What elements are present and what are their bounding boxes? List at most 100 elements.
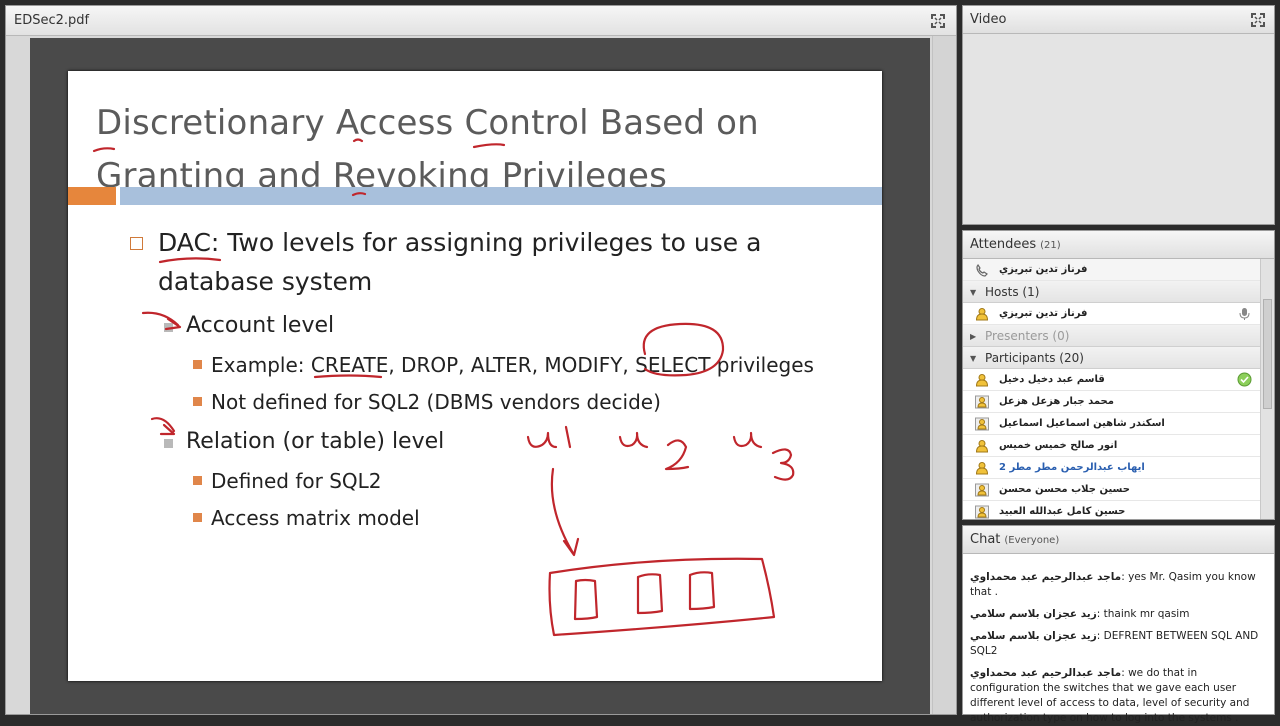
ink-arrow-relation xyxy=(150,417,176,436)
ink-cell-3 xyxy=(688,571,716,611)
participant-row[interactable]: حسين كامل عبدالله العبيد xyxy=(963,501,1260,519)
host-row[interactable]: فرناز تدين تبريزي xyxy=(963,303,1260,325)
relation-level-text: Relation (or table) level xyxy=(186,429,445,454)
video-pod-title: Video xyxy=(970,12,1007,27)
ink-u1 xyxy=(526,425,572,449)
video-pod: Video xyxy=(962,5,1275,225)
attendees-title: Attendees (21) xyxy=(970,237,1061,252)
user-icon xyxy=(975,308,989,321)
participant-name: قاسم عبد دخيل دخيل xyxy=(999,374,1105,385)
user-icon xyxy=(975,440,989,453)
orange-bullet-icon xyxy=(193,513,202,522)
fullscreen-icon[interactable] xyxy=(930,13,946,29)
host-name: فرناز تدين تبريزي xyxy=(999,308,1088,319)
participant-name: اسكندر شاهين اسماعيل اسماعيل xyxy=(999,418,1165,429)
orange-bullet-icon xyxy=(193,397,202,406)
participant-name: انور صالح خميس خميس xyxy=(999,440,1118,451)
participant-row[interactable]: انور صالح خميس خميس xyxy=(963,435,1260,457)
user-group-icon xyxy=(975,505,989,519)
participant-row[interactable]: ايهاب عبدالرحمن مطر مطر 2 xyxy=(963,457,1260,479)
fullscreen-icon[interactable] xyxy=(1250,12,1266,28)
chat-title: Chat (Everyone) xyxy=(970,532,1059,547)
participants-section[interactable]: ▼ Participants (20) xyxy=(963,347,1260,369)
bullet-defined-for: Defined for SQL2 xyxy=(193,466,382,496)
ink-arrow-account xyxy=(141,311,182,331)
attendees-title-label: Attendees xyxy=(970,237,1037,252)
ink-matrix-box xyxy=(548,557,776,637)
grey-bullet-icon xyxy=(164,323,173,332)
bullet-dac-line2: database system xyxy=(158,267,373,296)
participant-row[interactable]: اسكندر شاهين اسماعيل اسماعيل xyxy=(963,413,1260,435)
defined-for-text: Defined for SQL2 xyxy=(211,469,382,493)
collapsed-triangle-icon: ▶ xyxy=(970,332,977,341)
video-area[interactable] xyxy=(963,34,1274,224)
document-title: EDSec2.pdf xyxy=(14,13,90,28)
slide: Discretionary Access Control Based on Gr… xyxy=(68,71,882,681)
caller-row[interactable]: فرناز تدين تبريزي xyxy=(963,259,1260,281)
microphone-icon xyxy=(1239,308,1250,320)
chat-message: زيد عجزان بلاسم سلامي: thaink mr qasim xyxy=(970,608,1190,620)
expand-triangle-icon: ▼ xyxy=(970,354,977,363)
expand-triangle-icon: ▼ xyxy=(970,288,977,297)
document-scrollbar[interactable] xyxy=(932,36,956,714)
title-accent-blue xyxy=(120,187,882,205)
square-bullet-icon xyxy=(130,237,143,250)
participant-row[interactable]: محمد جبار هزعل هزعل xyxy=(963,391,1260,413)
chat-message: ماجد عبدالرحيم عبد محمداوي: yes Mr. Qasi… xyxy=(970,571,1256,598)
checkmark-icon xyxy=(1237,372,1252,387)
example-text: Example: CREATE, DROP, ALTER, MODIFY, SE… xyxy=(211,353,814,377)
account-level-text: Account level xyxy=(186,313,335,338)
attendees-scrollbar[interactable] xyxy=(1260,259,1274,519)
chat-pod: Chat (Everyone) ماجد عبدالرحيم عبد محمداو… xyxy=(962,525,1275,724)
chat-messages: ماجد عبدالرحيم عبد محمداوي: yes Mr. Qasi… xyxy=(963,554,1274,724)
bullet-dac-line1: DAC: Two levels for assigning privileges… xyxy=(158,228,762,257)
bullet-relation-level: Relation (or table) level xyxy=(164,426,445,458)
participant-name: محمد جبار هزعل هزعل xyxy=(999,396,1114,407)
bullet-account-level: Account level xyxy=(164,310,335,342)
chat-text: thaink mr qasim xyxy=(1100,608,1190,620)
chat-pod-header: Chat (Everyone) xyxy=(963,526,1274,554)
hosts-section[interactable]: ▼ Hosts (1) xyxy=(963,281,1260,303)
ink-cell-2 xyxy=(636,573,664,615)
slide-title-line1: Discretionary Access Control Based on xyxy=(96,103,759,143)
bullet-example: Example: CREATE, DROP, ALTER, MODIFY, SE… xyxy=(193,350,814,380)
orange-bullet-icon xyxy=(193,476,202,485)
presenters-section[interactable]: ▶ Presenters (0) xyxy=(963,325,1260,347)
participant-row[interactable]: قاسم عبد دخيل دخيل xyxy=(963,369,1260,391)
phone-icon xyxy=(976,264,988,277)
user-group-icon xyxy=(975,417,989,431)
chat-sender: زيد عجزان بلاسم سلامي xyxy=(970,630,1097,642)
orange-bullet-icon xyxy=(193,360,202,369)
grey-bullet-icon xyxy=(164,439,173,448)
participant-name: حسين كامل عبدالله العبيد xyxy=(999,506,1126,517)
ink-u2 xyxy=(618,431,690,471)
chat-message: زيد عجزان بلاسم سلامي: DEFRENT BETWEEN S… xyxy=(970,630,1259,657)
access-matrix-text: Access matrix model xyxy=(211,506,420,530)
video-pod-header: Video xyxy=(963,6,1274,34)
bullet-dac: DAC: Two levels for assigning privileges… xyxy=(130,223,818,301)
participant-name: ايهاب عبدالرحمن مطر مطر 2 xyxy=(999,462,1145,473)
chat-title-label: Chat xyxy=(970,532,1001,547)
document-pod: EDSec2.pdf Discretionary Access Control … xyxy=(5,5,957,715)
user-group-icon xyxy=(975,483,989,497)
chat-scope: (Everyone) xyxy=(1004,535,1060,546)
chat-sender: زيد عجزان بلاسم سلامي xyxy=(970,608,1097,620)
user-group-icon xyxy=(975,395,989,409)
hosts-label: Hosts (1) xyxy=(985,285,1040,299)
caller-name: فرناز تدين تبريزي xyxy=(999,264,1088,275)
attendees-pod-header: Attendees (21) xyxy=(963,231,1274,259)
scrollbar-thumb[interactable] xyxy=(1263,299,1272,409)
chat-message: ماجد عبدالرحيم عبد محمداوي: we do that i… xyxy=(970,667,1250,724)
user-icon xyxy=(975,374,989,387)
attendees-pod: Attendees (21) فرناز تدين تبريزي ▼ Hosts … xyxy=(962,230,1275,520)
title-accent-orange xyxy=(68,187,116,205)
participant-row[interactable]: حسين جلاب محسن محسن xyxy=(963,479,1260,501)
attendees-count: (21) xyxy=(1040,240,1061,251)
document-pod-header: EDSec2.pdf xyxy=(6,6,956,36)
ink-u3 xyxy=(732,431,795,481)
chat-sender: ماجد عبدالرحيم عبد محمداوي xyxy=(970,571,1122,583)
user-icon xyxy=(975,462,989,475)
chat-sender: ماجد عبدالرحيم عبد محمداوي xyxy=(970,667,1122,679)
ink-arrow-down xyxy=(550,467,580,557)
participant-name: حسين جلاب محسن محسن xyxy=(999,484,1130,495)
